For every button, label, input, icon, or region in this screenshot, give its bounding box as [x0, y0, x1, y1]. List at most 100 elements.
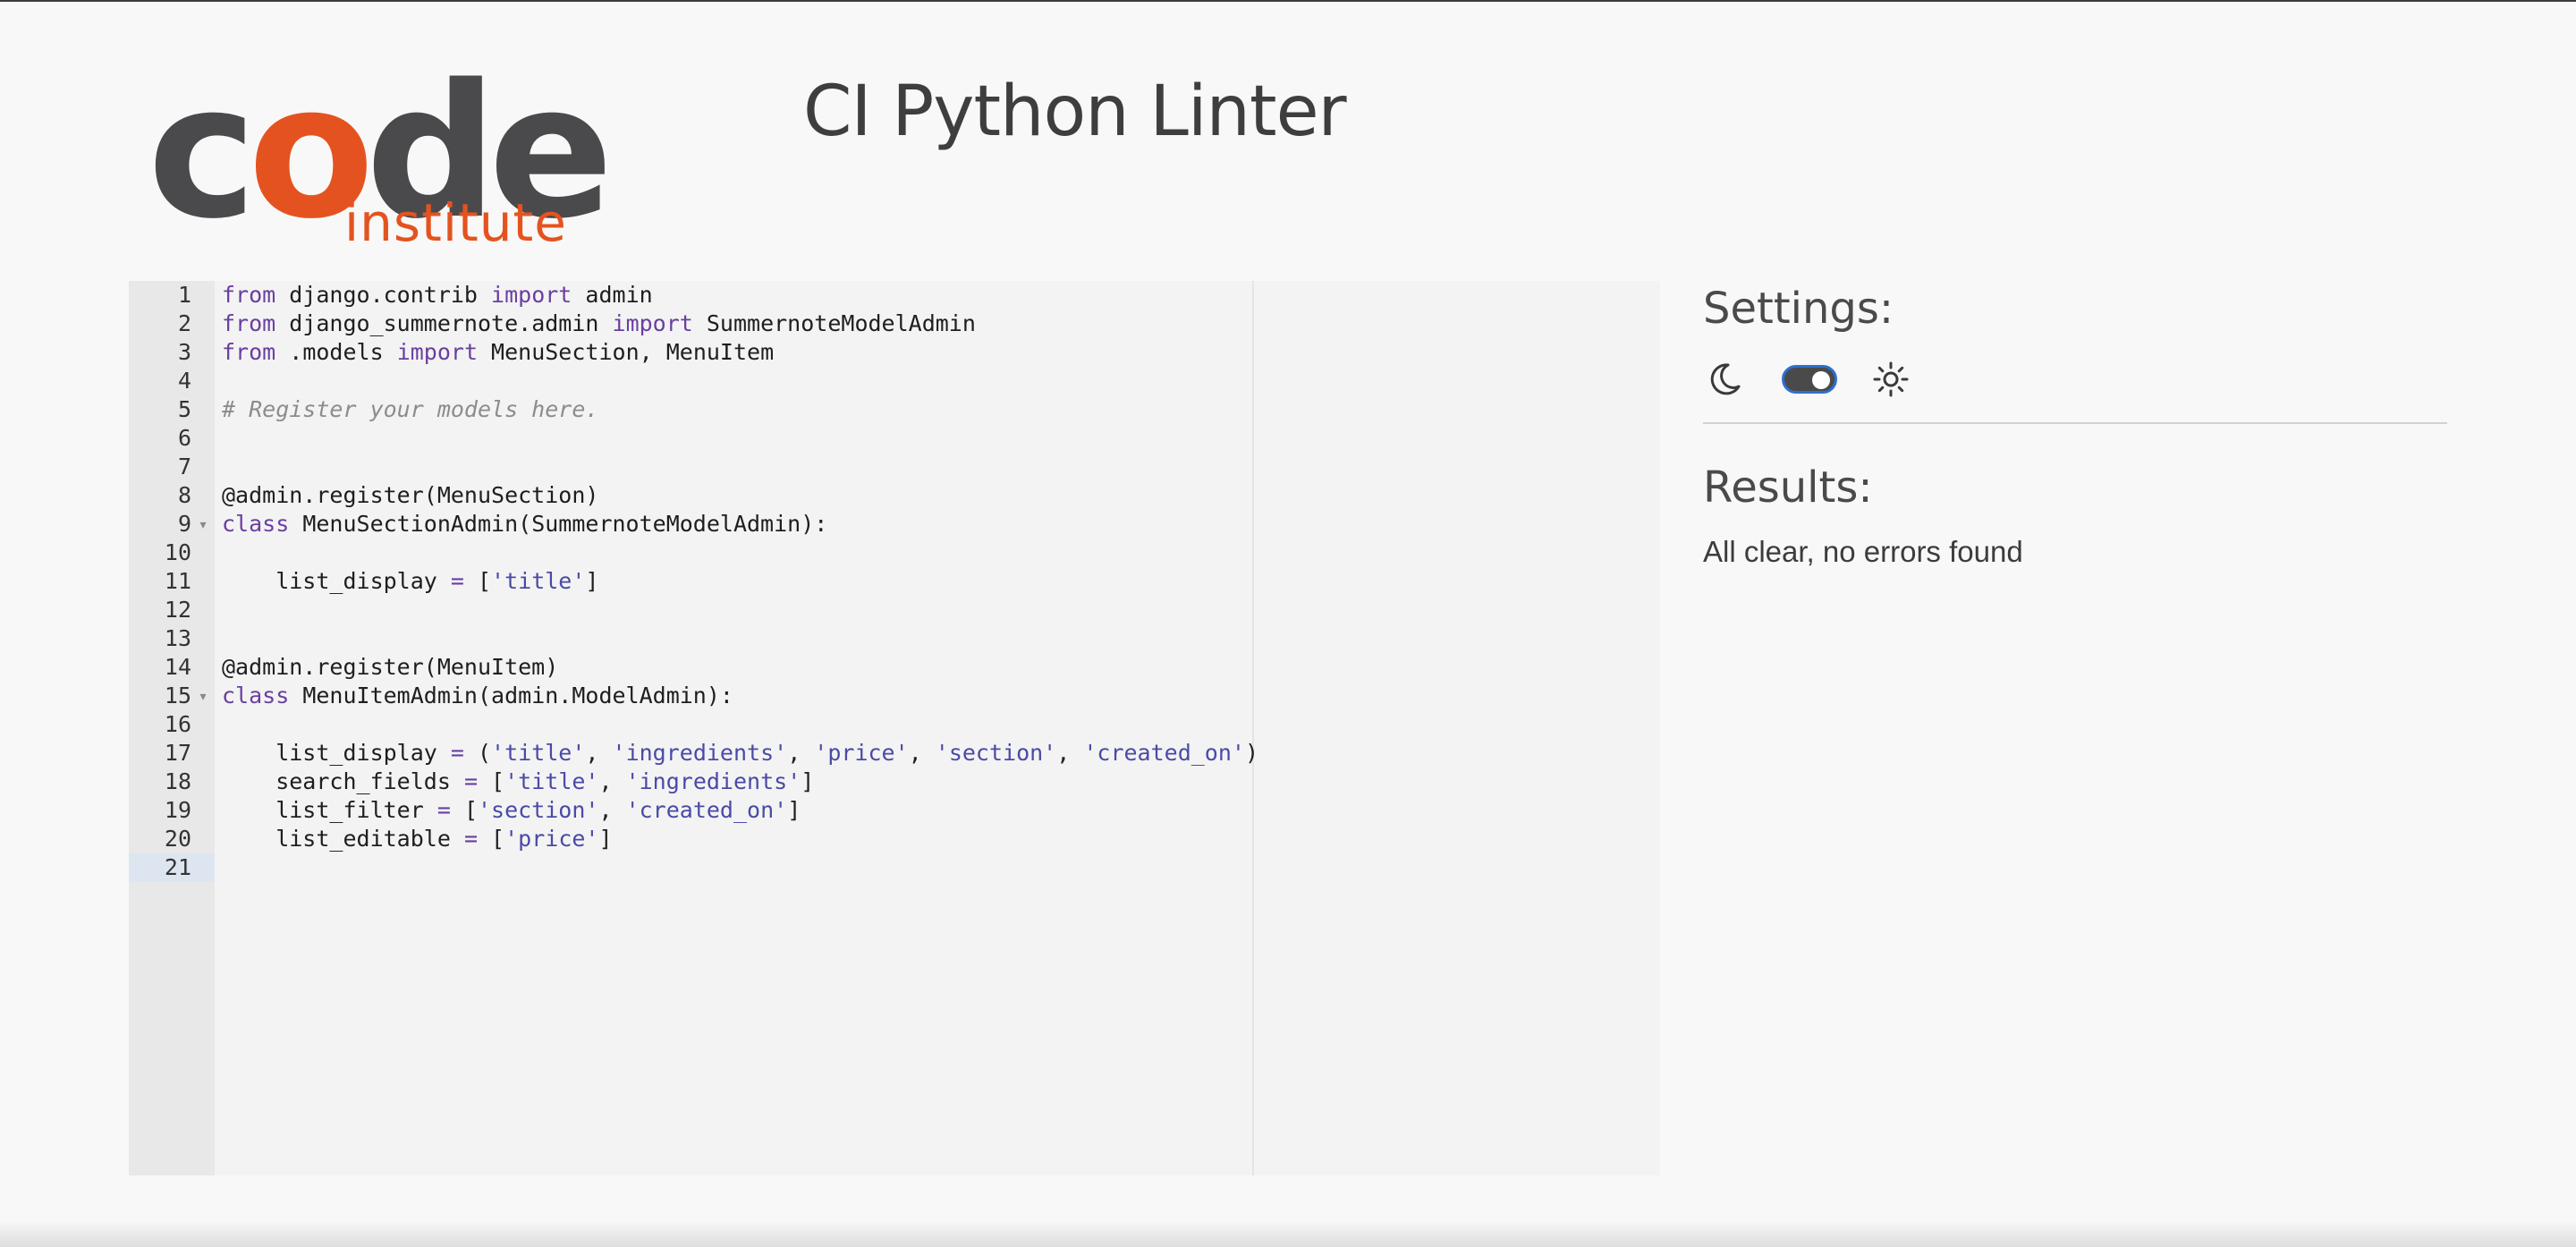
code-token: SummernoteModelAdmin	[692, 310, 976, 336]
code-line[interactable]: 20 list_editable = ['price']	[129, 825, 1660, 853]
code-token: [	[450, 797, 478, 823]
fold-arrow-icon[interactable]: ▾	[197, 682, 209, 710]
code-token: MenuSection, MenuItem	[478, 339, 775, 365]
page-title: CI Python Linter	[803, 72, 1347, 152]
code-line[interactable]: 15 ▾ class MenuItemAdmin(admin.ModelAdmin)…	[129, 682, 1660, 710]
code-text: from .models import MenuSection, MenuIte…	[222, 338, 774, 367]
results-message: All clear, no errors found	[1703, 535, 2023, 568]
code-token: # Register your models here.	[222, 396, 599, 422]
code-token: ,	[598, 768, 626, 794]
code-token: .models	[275, 339, 397, 365]
code-text: # Register your models here.	[222, 395, 598, 424]
code-line[interactable]: 12	[129, 596, 1660, 624]
code-token: ]	[787, 797, 801, 823]
code-token: =	[463, 768, 478, 794]
code-line[interactable]: 7	[129, 453, 1660, 481]
code-token: import	[491, 282, 572, 308]
code-token: import	[612, 310, 693, 336]
results-heading: Results:	[1703, 462, 1873, 513]
code-line[interactable]: 9 ▾ class MenuSectionAdmin(SummernoteModel…	[129, 510, 1660, 539]
fold-arrow-icon[interactable]: ▾	[197, 510, 209, 539]
line-number: 21	[129, 853, 215, 882]
code-token: ]	[598, 826, 613, 852]
code-text: list_display = ['title']	[222, 567, 598, 596]
code-token: [	[478, 826, 505, 852]
code-line[interactable]: 1 from django.contrib import admin	[129, 281, 1660, 310]
code-line[interactable]: 2 from django_summernote.admin import Sum…	[129, 310, 1660, 338]
line-number: 1	[177, 282, 191, 308]
window-top-border	[0, 0, 2576, 2]
bottom-shadow	[0, 1220, 2576, 1247]
code-token: =	[450, 568, 464, 594]
editor-lines[interactable]: 1 from django.contrib import admin 2 from d…	[129, 281, 1660, 882]
line-number: 11	[164, 568, 191, 594]
code-token: 'title'	[491, 740, 586, 766]
code-line[interactable]: 19 list_filter = ['section', 'created_on…	[129, 796, 1660, 825]
code-token: admin	[572, 282, 653, 308]
line-number: 2	[177, 310, 191, 336]
code-editor[interactable]: 1 from django.contrib import admin 2 from d…	[129, 281, 1660, 1175]
code-text: from django.contrib import admin	[222, 281, 653, 310]
code-line[interactable]: 3 from .models import MenuSection, MenuIt…	[129, 338, 1660, 367]
code-token: django.contrib	[275, 282, 492, 308]
line-number: 14	[164, 654, 191, 680]
code-token: 'title'	[491, 568, 586, 594]
toggle-knob	[1812, 371, 1830, 389]
code-line[interactable]: 21	[129, 853, 1660, 882]
line-number: 4	[177, 368, 191, 394]
code-line[interactable]: 17 list_display = ('title', 'ingredients…	[129, 739, 1660, 768]
logo-subtitle: institute	[344, 192, 567, 253]
panel-divider	[1703, 422, 2447, 424]
theme-toggle[interactable]	[1782, 365, 1837, 394]
logo-c: c	[148, 45, 257, 259]
sun-icon[interactable]	[1871, 360, 1911, 399]
line-number: 16	[164, 711, 191, 737]
code-token: 'price'	[814, 740, 909, 766]
code-line[interactable]: 13	[129, 624, 1660, 653]
code-line[interactable]: 8 @admin.register(MenuSection)	[129, 481, 1660, 510]
line-number: 3	[177, 339, 191, 365]
code-line[interactable]: 11 list_display = ['title']	[129, 567, 1660, 596]
code-token: ,	[585, 740, 613, 766]
line-number: 5	[177, 396, 191, 422]
code-text: search_fields = ['title', 'ingredients']	[222, 768, 814, 796]
code-token: 'ingredients'	[612, 740, 788, 766]
code-token: MenuItemAdmin(admin.ModelAdmin):	[289, 683, 733, 708]
code-token: from	[222, 339, 276, 365]
code-line[interactable]: 4	[129, 367, 1660, 395]
line-number: 8	[177, 482, 191, 508]
code-line[interactable]: 6	[129, 424, 1660, 453]
code-text: list_display = ('title', 'ingredients', …	[222, 739, 1258, 768]
code-token: import	[396, 339, 478, 365]
code-line[interactable]: 10	[129, 539, 1660, 567]
code-token: 'price'	[504, 826, 599, 852]
line-number: 19	[164, 797, 191, 823]
code-line[interactable]: 5 # Register your models here.	[129, 395, 1660, 424]
code-token: @admin.register(MenuSection)	[222, 482, 599, 508]
code-token: from	[222, 282, 276, 308]
line-number: 6	[177, 425, 191, 451]
code-text: from django_summernote.admin import Summ…	[222, 310, 976, 338]
line-number: 17	[164, 740, 191, 766]
code-token: =	[450, 740, 464, 766]
code-line[interactable]: 16	[129, 710, 1660, 739]
code-token: list_display	[222, 740, 451, 766]
moon-icon[interactable]	[1705, 360, 1744, 399]
code-token: 'created_on'	[625, 797, 788, 823]
code-token: MenuSectionAdmin(SummernoteModelAdmin):	[289, 511, 828, 537]
code-token: 'ingredients'	[625, 768, 801, 794]
code-line[interactable]: 14 @admin.register(MenuItem)	[129, 653, 1660, 682]
code-token: =	[463, 826, 478, 852]
code-token: 'title'	[504, 768, 599, 794]
theme-switcher	[1705, 352, 1973, 406]
code-token: ,	[598, 797, 626, 823]
settings-heading: Settings:	[1703, 284, 1894, 334]
code-text: @admin.register(MenuItem)	[222, 653, 558, 682]
code-token: class	[222, 683, 290, 708]
code-text: list_filter = ['section', 'created_on']	[222, 796, 801, 825]
code-token: [	[478, 768, 505, 794]
code-line[interactable]: 18 search_fields = ['title', 'ingredient…	[129, 768, 1660, 796]
code-token: list_filter	[222, 797, 437, 823]
code-token: from	[222, 310, 276, 336]
code-token: search_fields	[222, 768, 464, 794]
